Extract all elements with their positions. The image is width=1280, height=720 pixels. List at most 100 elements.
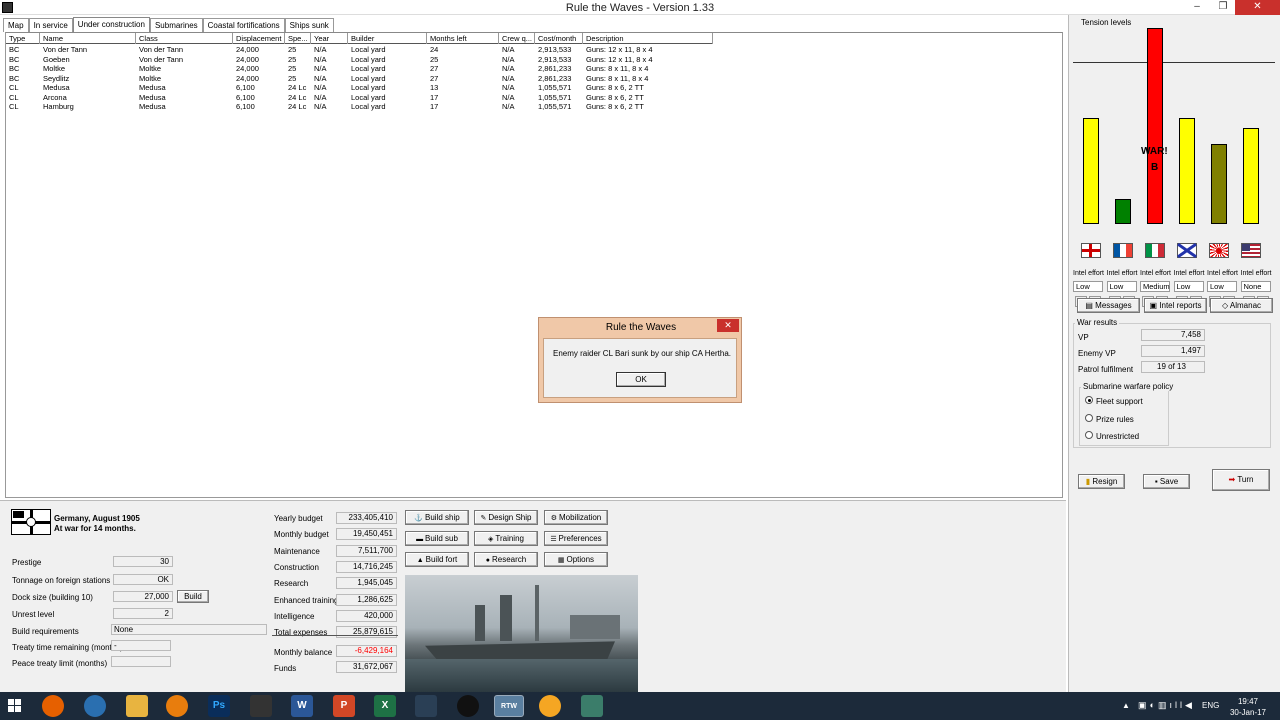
obs-icon[interactable] <box>457 695 479 717</box>
uk-flag-icon[interactable] <box>1081 243 1101 258</box>
dialog-ok-button[interactable]: OK <box>616 372 666 387</box>
messages-button[interactable]: ▤ Messages <box>1077 298 1140 313</box>
powerpoint-icon[interactable]: P <box>333 695 355 717</box>
sub-policy-title: Submarine warfare policy <box>1081 382 1176 391</box>
treaty-label: Treaty time remaining (months) <box>12 643 123 652</box>
sub-policy-option-label[interactable]: Unrestricted <box>1096 432 1139 441</box>
close-button[interactable]: ✕ <box>1235 0 1280 15</box>
mobilization-button[interactable]: ⚙ Mobilization <box>544 510 608 525</box>
column-header-3[interactable]: Displacement <box>233 33 285 44</box>
design-ship-button[interactable]: ✎ Design Ship <box>474 510 538 525</box>
column-header-5[interactable]: Year <box>311 33 348 44</box>
research-button[interactable]: ● Research <box>474 552 538 567</box>
table-row[interactable]: BC Goeben Von der Tann 24,000 25 N/A Local yar… <box>6 55 716 65</box>
sub-policy-option-label[interactable]: Fleet support <box>1096 397 1143 406</box>
almanac-button[interactable]: ◇ Almanac <box>1210 298 1273 313</box>
tab-ships-sunk[interactable]: Ships sunk <box>284 18 334 32</box>
tray-chevron-icon[interactable]: ▲ <box>1122 701 1130 710</box>
war-results-title: War results <box>1075 318 1120 327</box>
dock-build-button[interactable]: Build <box>177 590 209 603</box>
intel-effort-value[interactable]: Low <box>1207 281 1237 292</box>
start-icon[interactable] <box>8 699 22 713</box>
tab-in-service[interactable]: In service <box>28 18 73 32</box>
options-button[interactable]: ▦ Options <box>544 552 608 567</box>
turn-button[interactable]: ➡ Turn <box>1212 469 1270 491</box>
word-icon[interactable]: W <box>291 695 313 717</box>
tab-submarines[interactable]: Submarines <box>149 18 203 32</box>
column-header-8[interactable]: Crew q... <box>499 33 535 44</box>
build-ship-button[interactable]: ⚓ Build ship <box>405 510 469 525</box>
blender-icon[interactable] <box>166 695 188 717</box>
tab-under-construction[interactable]: Under construction <box>72 17 150 33</box>
intel-reports-button[interactable]: ▣ Intel reports <box>1144 298 1207 313</box>
rtw-icon[interactable]: RTW <box>494 695 524 717</box>
build-sub-button[interactable]: ▬ Build sub <box>405 531 469 546</box>
dialog-body: Enemy raider CL Bari sunk by our ship CA… <box>543 338 737 398</box>
table-cell: Local yard <box>351 64 386 73</box>
sub-policy-radio[interactable] <box>1085 431 1093 439</box>
table-cell: Von der Tann <box>43 45 88 54</box>
clock-date[interactable]: 30-Jan-17 <box>1228 708 1268 717</box>
column-header-2[interactable]: Class <box>136 33 233 44</box>
explorer-icon[interactable] <box>126 695 148 717</box>
table-row[interactable]: CL Arcona Medusa 6,100 24 Lc N/A Local yard 17 N… <box>6 93 716 103</box>
column-header-10[interactable]: Description <box>583 33 713 44</box>
table-cell: Arcona <box>43 92 67 102</box>
column-header-6[interactable]: Builder <box>348 33 427 44</box>
sub-policy-radio[interactable] <box>1085 413 1093 422</box>
preferences-button[interactable]: ☰ Preferences <box>544 531 608 546</box>
dialog-title: Rule the Waves <box>605 322 677 333</box>
build-req-value: None <box>111 624 267 635</box>
column-header-0[interactable]: Type <box>6 33 40 44</box>
table-cell: 27 <box>430 64 439 73</box>
photoshop-icon[interactable]: Ps <box>208 695 230 717</box>
table-row[interactable]: BC Von der Tann Von der Tann 24,000 25 N/A Loc… <box>6 45 716 55</box>
column-header-9[interactable]: Cost/month <box>535 33 583 44</box>
table-row[interactable]: CL Medusa Medusa 6,100 24 Lc N/A Local yard 13 N… <box>6 83 716 93</box>
france-flag-icon[interactable] <box>1113 243 1133 258</box>
headphones-icon[interactable] <box>539 695 561 717</box>
tray-icons[interactable]: ▣◐▥ıll◀ <box>1138 700 1195 711</box>
uk-flag-cross-v <box>1089 244 1092 257</box>
steam-game-icon[interactable] <box>415 695 437 717</box>
dock-value: 27,000 <box>113 591 173 602</box>
inkscape-icon[interactable] <box>250 695 272 717</box>
intel-effort-value[interactable]: Medium <box>1140 281 1170 292</box>
clock-time[interactable]: 19:47 <box>1228 697 1268 706</box>
intel-effort-value[interactable]: Low <box>1106 281 1137 292</box>
column-header-4[interactable]: Spe... <box>285 33 311 44</box>
thunderbird-icon[interactable] <box>84 695 106 717</box>
save-button[interactable]: ▪ Save <box>1143 474 1190 489</box>
language-indicator[interactable]: ENG <box>1202 701 1219 710</box>
column-header-1[interactable]: Name <box>40 33 136 44</box>
table-row[interactable]: BC Seydlitz Moltke 24,000 25 N/A Local yard 27 N… <box>6 74 716 84</box>
intel-effort-value[interactable]: Low <box>1073 281 1103 292</box>
sub-policy-option-label[interactable]: Prize rules <box>1096 415 1134 424</box>
column-header-7[interactable]: Months left <box>427 33 499 44</box>
excel-icon[interactable]: X <box>374 695 396 717</box>
turn-arrow-icon: ➡ <box>1228 475 1238 484</box>
table-row[interactable]: CL Hamburg Medusa 6,100 24 Lc N/A Local yard 17… <box>6 102 716 112</box>
usa-flag-icon[interactable] <box>1241 243 1261 258</box>
tab-coastal-fortifications[interactable]: Coastal fortifications <box>202 18 285 32</box>
sub-policy-radio[interactable] <box>1085 396 1093 404</box>
russia-flag-icon[interactable] <box>1177 242 1197 259</box>
training-button[interactable]: ◈ Training <box>474 531 538 546</box>
intel-effort-value[interactable]: Low <box>1173 281 1204 292</box>
table-row[interactable]: BC Moltke Moltke 24,000 25 N/A Local yard 27 N/A… <box>6 64 716 74</box>
app-icon[interactable] <box>581 695 603 717</box>
minimize-button[interactable]: – <box>1184 0 1210 15</box>
resign-button[interactable]: ▮ Resign <box>1078 474 1125 489</box>
firefox-icon[interactable] <box>42 695 64 717</box>
intel-effort-value[interactable]: None <box>1240 281 1271 292</box>
build-fort-button[interactable]: ▲ Build fort <box>405 552 469 567</box>
italy-flag-icon[interactable] <box>1145 243 1165 258</box>
table-cell: Medusa <box>43 83 70 92</box>
maximize-button[interactable]: ❐ <box>1210 0 1236 15</box>
japan-flag-icon[interactable] <box>1209 243 1229 258</box>
peace-label: Peace treaty limit (months) <box>12 659 108 668</box>
patrol-label: Patrol fulfilment <box>1078 365 1134 374</box>
almanac-icon: ◇ <box>1221 301 1230 310</box>
tab-map[interactable]: Map <box>3 18 29 32</box>
dialog-close-button[interactable]: ✕ <box>717 319 739 332</box>
